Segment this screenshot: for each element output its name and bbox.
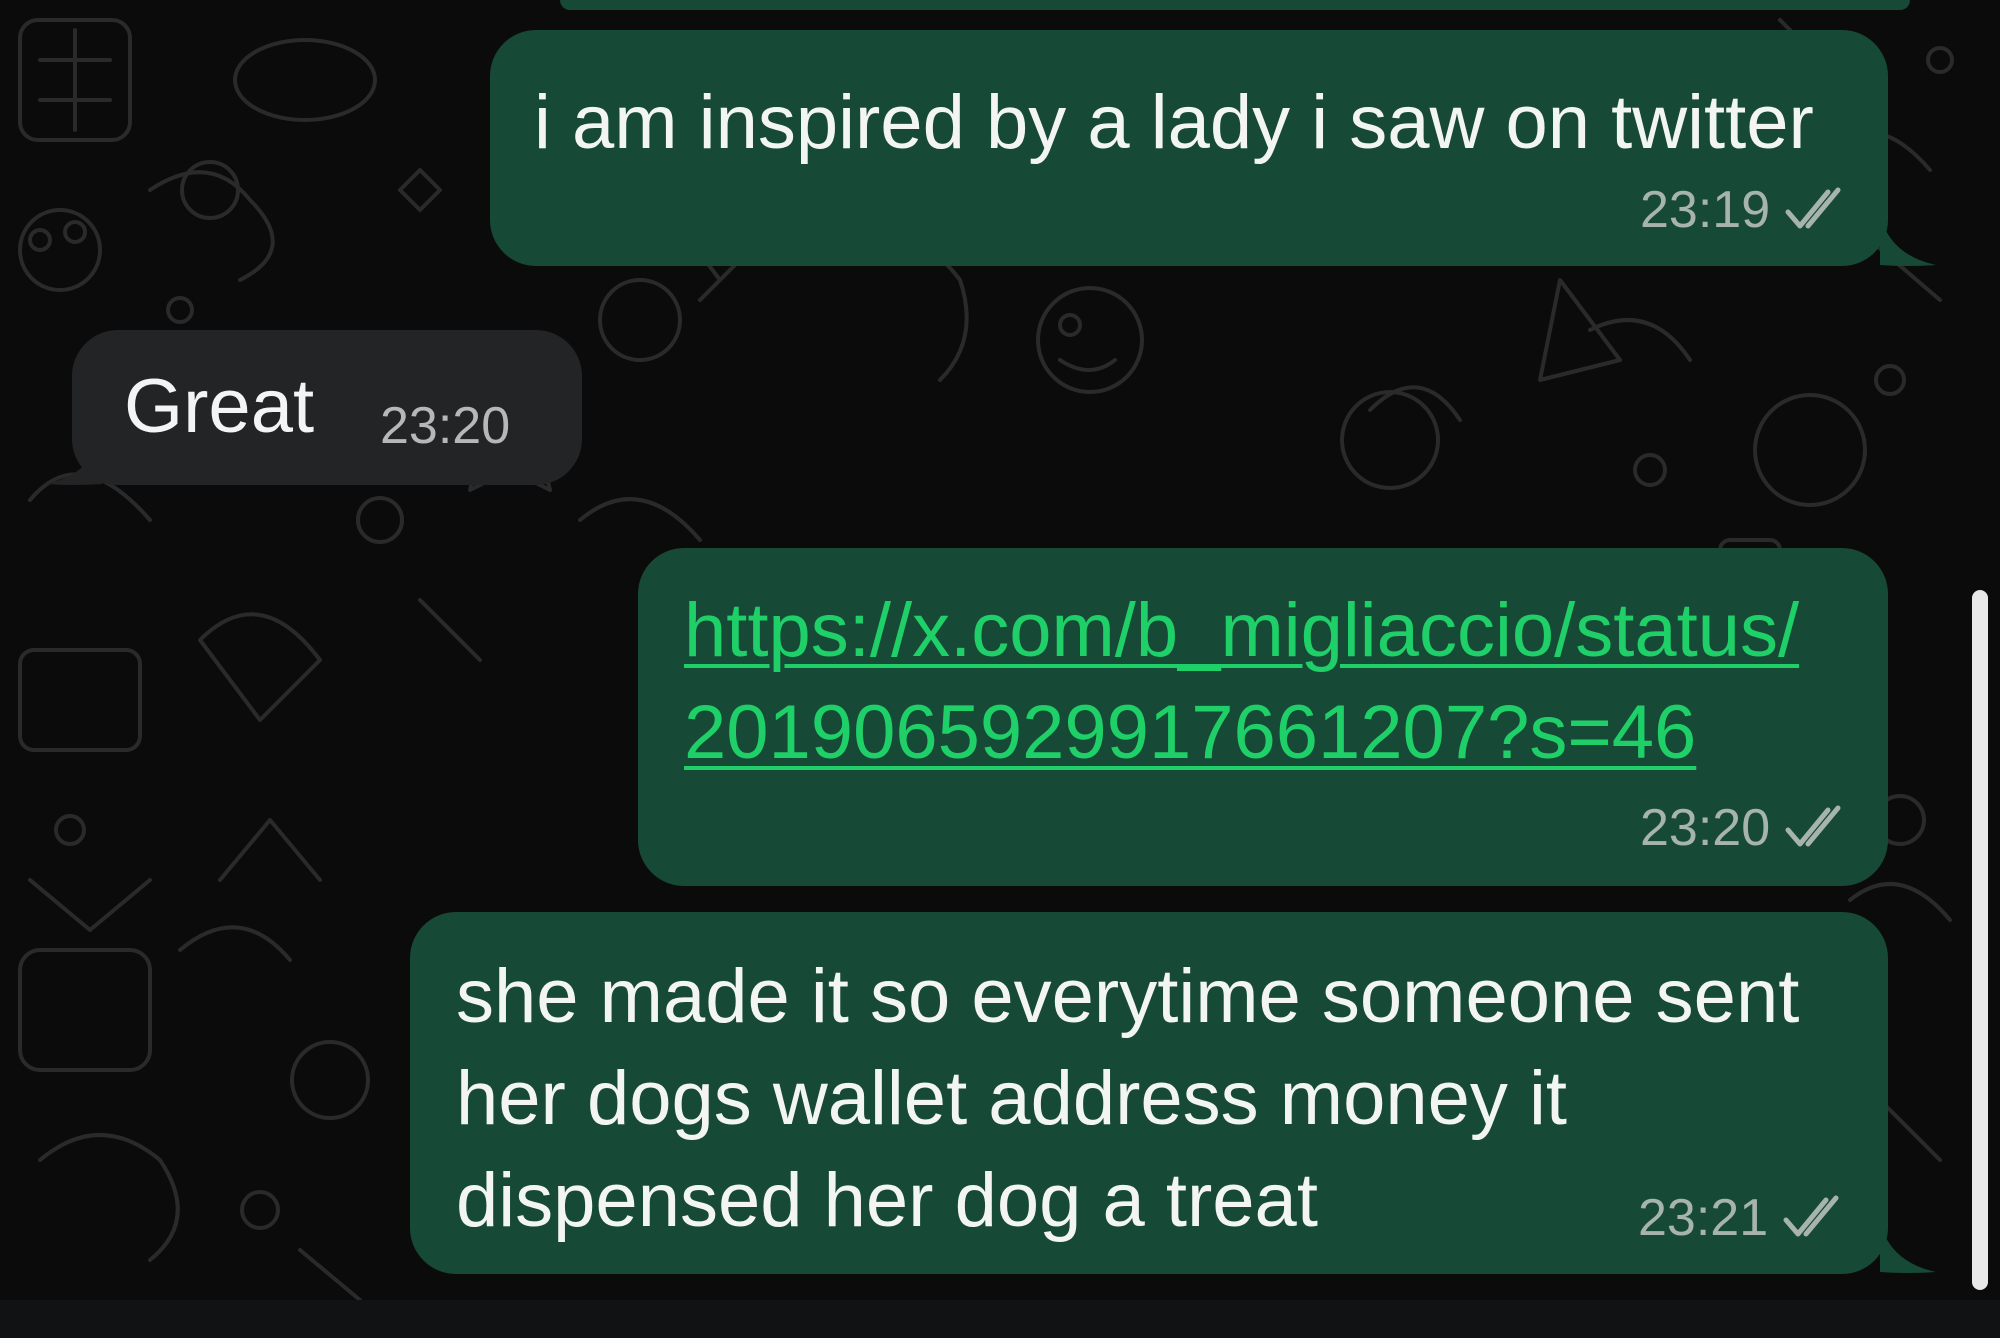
double-check-icon (1783, 1195, 1839, 1237)
message-meta: 23:19 (1640, 180, 1852, 240)
previous-message-bubble-edge (560, 0, 1910, 10)
double-check-icon (1785, 805, 1841, 847)
message-text-line: her dogs wallet address money it (456, 1056, 1568, 1141)
outgoing-message-bubble[interactable]: i am inspired by a lady i saw on twitter… (490, 30, 1888, 266)
message-meta: 23:21 (1638, 1188, 1850, 1248)
outgoing-link-message-bubble[interactable]: https://x.com/b_migliaccio/status/ 20190… (638, 548, 1888, 886)
message-meta: 23:20 (1640, 798, 1852, 858)
scrollbar[interactable] (1972, 590, 1988, 1290)
message-text: Great (124, 364, 315, 449)
message-text-line: she made it so everytime someone sent (456, 954, 1800, 1039)
bubble-tail (1880, 1222, 1936, 1273)
message-text: i am inspired by a lady i saw on twitter (534, 80, 1814, 165)
message-text-line: dispensed her dog a treat (456, 1158, 1318, 1243)
incoming-message-bubble[interactable]: Great 23:20 (72, 330, 582, 485)
message-link-line[interactable]: 2019065929917661207?s=46 (684, 682, 1696, 784)
message-link-line[interactable]: https://x.com/b_migliaccio/status/ (684, 580, 1799, 682)
message-timestamp: 23:21 (1638, 1189, 1769, 1247)
double-check-icon (1785, 187, 1841, 229)
bubble-tail (1880, 215, 1936, 266)
bottom-bar (0, 1300, 2000, 1338)
message-timestamp: 23:20 (380, 397, 511, 455)
outgoing-message-bubble[interactable]: she made it so everytime someone sent he… (410, 912, 1888, 1274)
message-timestamp: 23:19 (1640, 181, 1771, 239)
bubble-tail (46, 434, 102, 485)
message-timestamp: 23:20 (1640, 799, 1771, 857)
